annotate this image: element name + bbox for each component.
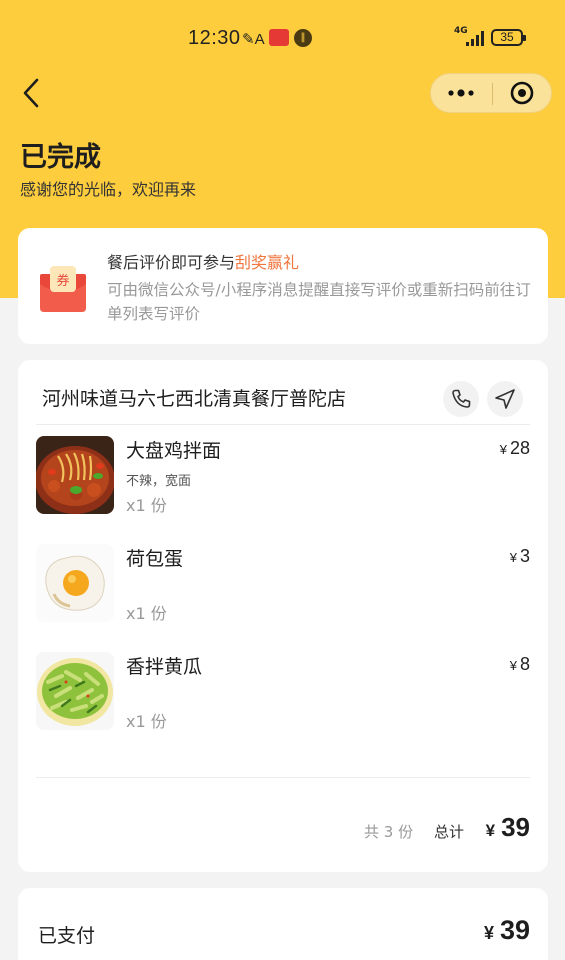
promo-description: 可由微信公众号/小程序消息提醒直接写评价或重新扫码前往订单列表写评价 bbox=[107, 281, 531, 323]
navigation-arrow-icon bbox=[495, 389, 515, 409]
currency-symbol: ¥ bbox=[485, 821, 496, 840]
review-promo-card[interactable]: 券 餐后评价即可参与刮奖赢礼 可由微信公众号/小程序消息提醒直接写评价或重新扫码… bbox=[18, 228, 548, 344]
status-time: 12:30 bbox=[188, 27, 241, 49]
item-name: 大盘鸡拌面 bbox=[126, 440, 222, 462]
price-value: 8 bbox=[519, 654, 530, 674]
order-card: 河州味道马六七西北清真餐厅普陀店 大盘鸡拌面 不辣，宽面 x1 份 ¥ 28 荷… bbox=[18, 360, 548, 872]
cucumber-salad-image bbox=[36, 652, 114, 730]
order-item: 大盘鸡拌面 不辣，宽面 x1 份 ¥28 bbox=[36, 436, 530, 526]
navigate-button[interactable] bbox=[487, 381, 523, 417]
item-name: 香拌黄瓜 bbox=[126, 656, 203, 678]
order-total: ¥39 bbox=[486, 812, 530, 843]
divider bbox=[36, 777, 530, 778]
red-envelope-coupon-icon: 券 bbox=[40, 266, 86, 312]
pen-icon: ✎A bbox=[242, 31, 265, 48]
notification-app-icon bbox=[269, 29, 289, 46]
mini-program-capsule bbox=[430, 73, 552, 113]
dish-image bbox=[36, 436, 114, 514]
dish-image bbox=[36, 652, 114, 730]
status-bar: 12:30 ✎A ‖ 4G 35 bbox=[0, 0, 565, 76]
item-quantity: x1 份 bbox=[126, 712, 167, 731]
chevron-left-icon bbox=[23, 78, 39, 108]
item-quantity: x1 份 bbox=[126, 496, 167, 515]
paid-amount: ¥39 bbox=[484, 915, 530, 946]
total-value: 39 bbox=[501, 812, 530, 842]
item-quantity: x1 份 bbox=[126, 604, 167, 623]
target-close-icon bbox=[510, 81, 534, 105]
call-shop-button[interactable] bbox=[443, 381, 479, 417]
payment-card: 已支付 ¥39 bbox=[18, 888, 548, 960]
total-label: 总计 bbox=[434, 823, 465, 841]
price-value: 3 bbox=[519, 546, 530, 566]
shop-name[interactable]: 河州味道马六七西北清真餐厅普陀店 bbox=[42, 384, 346, 411]
promo-headline: 餐后评价即可参与刮奖赢礼 bbox=[107, 249, 299, 273]
more-dots-icon bbox=[448, 89, 474, 97]
dish-image bbox=[36, 544, 114, 622]
promo-text: 餐后评价即可参与 bbox=[107, 253, 236, 272]
promo-highlight-link[interactable]: 刮奖赢礼 bbox=[235, 253, 299, 272]
item-spec: 不辣，宽面 bbox=[126, 474, 192, 489]
item-name: 荷包蛋 bbox=[126, 548, 184, 570]
currency-symbol: ¥ bbox=[509, 658, 517, 673]
battery-icon: 35 bbox=[491, 29, 526, 46]
order-item: 荷包蛋 x1 份 ¥3 bbox=[36, 544, 530, 634]
signal-icon bbox=[466, 31, 484, 46]
close-mini-program-button[interactable] bbox=[493, 74, 551, 112]
item-count: 共 3 份 bbox=[364, 823, 414, 841]
phone-icon bbox=[452, 389, 471, 408]
order-item: 香拌黄瓜 x1 份 ¥8 bbox=[36, 652, 530, 742]
page-subtitle: 感谢您的光临，欢迎再来 bbox=[20, 180, 197, 199]
item-price: ¥28 bbox=[500, 438, 530, 459]
price-value: 28 bbox=[509, 438, 530, 458]
item-price: ¥3 bbox=[510, 546, 530, 567]
currency-symbol: ¥ bbox=[509, 550, 517, 565]
currency-symbol: ¥ bbox=[483, 923, 494, 943]
more-button[interactable] bbox=[431, 74, 491, 112]
coupon-icon-text: 券 bbox=[56, 273, 69, 289]
back-button[interactable] bbox=[20, 76, 46, 110]
app-status-icon: ‖ bbox=[294, 29, 312, 47]
divider bbox=[36, 424, 530, 425]
item-price: ¥8 bbox=[510, 654, 530, 675]
payment-status-label: 已支付 bbox=[38, 925, 96, 947]
page-title: 已完成 bbox=[20, 142, 101, 173]
noodle-dish-image bbox=[36, 436, 114, 514]
currency-symbol: ¥ bbox=[499, 442, 507, 457]
paid-value: 39 bbox=[499, 915, 530, 945]
fried-egg-image bbox=[36, 544, 114, 622]
